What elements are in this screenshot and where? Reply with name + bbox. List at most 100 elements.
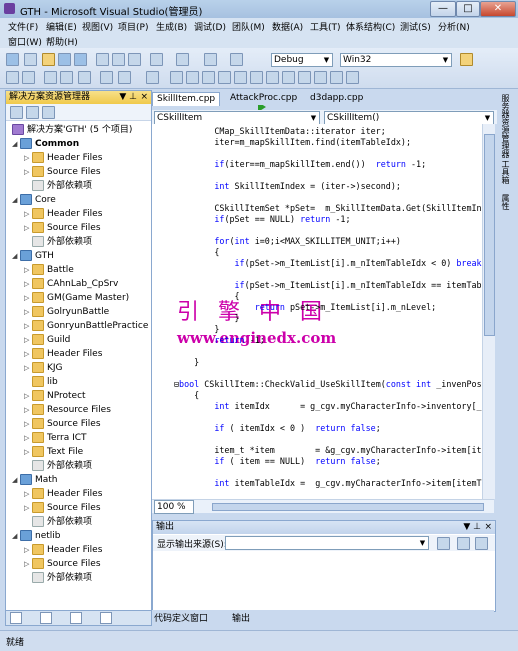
folder-node[interactable]: ▷ Header Files: [24, 487, 102, 501]
project-node[interactable]: ◢ netlib: [12, 529, 60, 543]
menu-item[interactable]: 项目(P): [118, 20, 148, 33]
expander-icon[interactable]: ▷: [24, 501, 32, 515]
menu-item[interactable]: 文件(F): [8, 20, 38, 33]
menu-item[interactable]: 调试(D): [194, 20, 226, 33]
format-icon[interactable]: [118, 71, 131, 84]
editor-vertical-scrollbar[interactable]: [482, 124, 495, 499]
property-manager-tab-icon[interactable]: [70, 612, 82, 624]
folder-node[interactable]: ▷ Source Files: [24, 165, 101, 179]
class-view-tab-icon[interactable]: [40, 612, 52, 624]
output-source-select[interactable]: ▼: [225, 536, 429, 550]
window-layout-icon[interactable]: [266, 71, 279, 84]
expander-icon[interactable]: ▷: [24, 543, 32, 557]
close-icon[interactable]: ×: [484, 521, 492, 534]
expander-icon[interactable]: ▷: [24, 333, 32, 347]
platform-select[interactable]: Win32 ▼: [340, 53, 452, 67]
folder-node[interactable]: ▷ Source Files: [24, 557, 101, 571]
save-all-icon[interactable]: [74, 53, 87, 66]
solution-explorer-tab-icon[interactable]: [10, 612, 22, 624]
menu-item[interactable]: 体系结构(C): [346, 20, 395, 33]
minimize-button[interactable]: —: [430, 1, 456, 17]
class-select[interactable]: CSkillItem ▼: [154, 111, 320, 125]
project-node[interactable]: ◢ GTH: [12, 249, 54, 263]
folder-node[interactable]: ▷ Source Files: [24, 501, 101, 515]
undo-icon[interactable]: [150, 53, 163, 66]
window-layout-icon[interactable]: [314, 71, 327, 84]
folder-node[interactable]: lib: [24, 375, 58, 389]
menu-item[interactable]: 编辑(E): [46, 20, 77, 33]
expander-icon[interactable]: ▷: [24, 403, 32, 417]
folder-node[interactable]: ▷ Header Files: [24, 151, 102, 165]
navigate-forward-icon[interactable]: [230, 53, 243, 66]
member-select[interactable]: CSkillItem() ▼: [324, 111, 494, 125]
pin-icon[interactable]: ▼ ⊥: [463, 521, 481, 534]
folder-node[interactable]: ▷ Battle: [24, 263, 74, 277]
expander-icon[interactable]: ▷: [24, 361, 32, 375]
expander-icon[interactable]: ▷: [24, 207, 32, 221]
editor-tab[interactable]: AttackProc.cpp: [226, 92, 301, 105]
side-tool-tab[interactable]: 服务器资源管理器: [500, 94, 511, 158]
show-all-files-icon[interactable]: [26, 106, 39, 119]
new-project-icon[interactable]: [6, 53, 19, 66]
outdent-icon[interactable]: [60, 71, 73, 84]
expander-icon[interactable]: ▷: [24, 417, 32, 431]
expander-icon[interactable]: ◢: [12, 249, 20, 263]
pin-icon[interactable]: ▼ ⊥: [119, 91, 137, 104]
word-wrap-icon[interactable]: [457, 537, 470, 550]
expander-icon[interactable]: ▷: [24, 277, 32, 291]
folder-node[interactable]: ▷ Resource Files: [24, 403, 111, 417]
close-icon[interactable]: ×: [140, 91, 148, 104]
project-node[interactable]: ◢ Math: [12, 473, 58, 487]
expander-icon[interactable]: ▷: [24, 319, 32, 333]
expander-icon[interactable]: ▷: [24, 221, 32, 235]
side-tool-tab[interactable]: 工具箱: [500, 160, 511, 184]
properties-icon[interactable]: [10, 106, 23, 119]
add-item-icon[interactable]: [24, 53, 37, 66]
expander-icon[interactable]: ▷: [24, 263, 32, 277]
window-layout-icon[interactable]: [250, 71, 263, 84]
expander-icon[interactable]: ◢: [12, 473, 20, 487]
project-node[interactable]: ◢ Common: [12, 137, 79, 151]
expander-icon[interactable]: ▷: [24, 347, 32, 361]
expander-icon[interactable]: ◢: [12, 193, 20, 207]
open-file-icon[interactable]: [42, 53, 55, 66]
menu-item[interactable]: 帮助(H): [46, 35, 78, 48]
side-tool-tab[interactable]: 属性: [500, 194, 511, 210]
folder-node[interactable]: ▷ GolryunBattle: [24, 305, 109, 319]
folder-node[interactable]: ▷ GM(Game Master): [24, 291, 129, 305]
expander-icon[interactable]: ◢: [12, 137, 20, 151]
window-layout-icon[interactable]: [330, 71, 343, 84]
dependencies-node[interactable]: 外部依赖项: [24, 459, 92, 473]
dependencies-node[interactable]: 外部依赖项: [24, 515, 92, 529]
navigate-back-icon[interactable]: [204, 53, 217, 66]
window-layout-icon[interactable]: [298, 71, 311, 84]
menu-item[interactable]: 窗口(W): [8, 35, 42, 48]
folder-node[interactable]: ▷ Header Files: [24, 347, 102, 361]
folder-node[interactable]: ▷ Source Files: [24, 417, 101, 431]
menu-item[interactable]: 数据(A): [272, 20, 303, 33]
paste-icon[interactable]: [128, 53, 141, 66]
toggle-icon[interactable]: [475, 537, 488, 550]
menu-item[interactable]: 工具(T): [310, 20, 341, 33]
clear-all-icon[interactable]: [437, 537, 450, 550]
expander-icon[interactable]: ▷: [24, 305, 32, 319]
folder-node[interactable]: ▷ Header Files: [24, 207, 102, 221]
find-in-files-icon[interactable]: [460, 53, 473, 66]
folder-node[interactable]: ▷ Text File: [24, 445, 83, 459]
indent-icon[interactable]: [44, 71, 57, 84]
format-icon[interactable]: [100, 71, 113, 84]
align-icon[interactable]: [6, 71, 19, 84]
folder-node[interactable]: ▷ CAhnLab_CpSrv: [24, 277, 118, 291]
save-icon[interactable]: [58, 53, 71, 66]
close-button[interactable]: ✕: [480, 1, 516, 17]
menu-item[interactable]: 测试(S): [400, 20, 431, 33]
window-layout-icon[interactable]: [234, 71, 247, 84]
dependencies-node[interactable]: 外部依赖项: [24, 571, 92, 585]
bottom-panel-tab[interactable]: 输出: [232, 611, 250, 624]
scroll-thumb[interactable]: [484, 134, 495, 336]
window-layout-icon[interactable]: [202, 71, 215, 84]
expander-icon[interactable]: ▷: [24, 389, 32, 403]
folder-node[interactable]: ▷ NProtect: [24, 389, 86, 403]
expander-icon[interactable]: ◢: [12, 529, 20, 543]
expander-icon[interactable]: ▷: [24, 291, 32, 305]
